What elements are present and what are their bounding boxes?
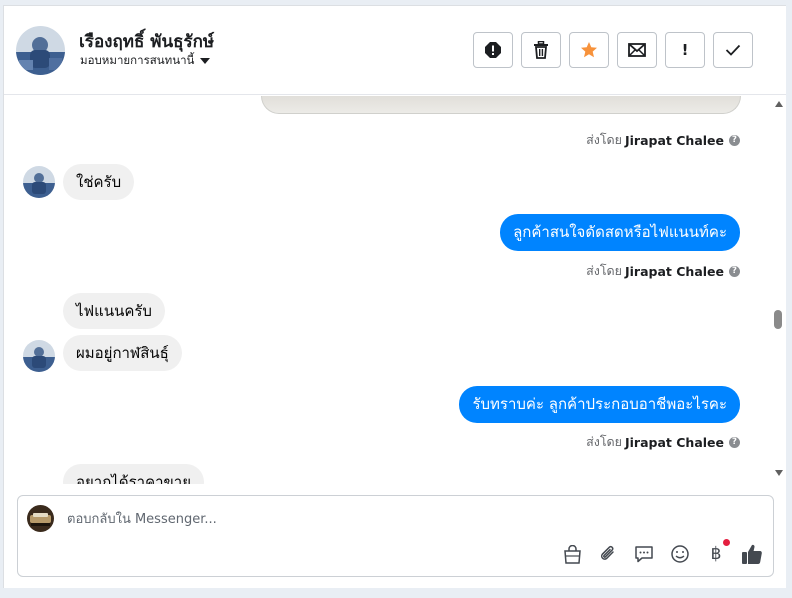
report-icon <box>485 42 501 58</box>
page-avatar <box>27 505 54 532</box>
delete-button[interactable] <box>521 32 561 68</box>
incoming-message[interactable]: อยากได้ราคาขาย <box>63 464 204 484</box>
mail-icon <box>628 43 646 57</box>
check-icon <box>725 44 741 56</box>
follow-up-button[interactable]: ! <box>665 32 705 68</box>
scroll-up-arrow-icon[interactable] <box>775 101 783 107</box>
assign-label: มอบหมายการสนทนานี้ <box>80 53 195 67</box>
emoji-icon <box>671 545 689 563</box>
star-button[interactable] <box>569 32 609 68</box>
customer-avatar[interactable] <box>23 166 55 198</box>
notification-dot <box>723 539 730 546</box>
scroll-down-arrow-icon[interactable] <box>775 470 783 476</box>
incoming-message[interactable]: ไฟแนนครับ <box>63 293 165 329</box>
exclamation-icon: ! <box>681 41 689 59</box>
star-icon <box>581 42 597 58</box>
shopping-bag-button[interactable] <box>561 543 583 565</box>
payment-button[interactable]: ฿ <box>705 539 730 565</box>
mark-unread-button[interactable] <box>617 32 657 68</box>
help-icon[interactable]: ? <box>729 134 740 146</box>
outgoing-message[interactable]: ลูกค้าสนใจดัดสดหรือไฟแนนท์คะ <box>500 214 740 251</box>
sender-name: Jirapat Chalee <box>625 263 724 279</box>
assign-conversation-dropdown[interactable]: มอบหมายการสนทนานี้ <box>80 52 211 70</box>
header-toolbar: ! <box>473 32 753 68</box>
reply-input[interactable] <box>67 509 667 529</box>
baht-icon: ฿ <box>710 544 722 564</box>
send-like-button[interactable] <box>741 543 763 565</box>
sent-by-label: ส่งโดย Jirapat Chalee ? <box>586 261 740 281</box>
paperclip-icon <box>600 545 614 560</box>
reply-composer: ฿ <box>17 495 774 577</box>
attach-file-button[interactable] <box>597 543 619 565</box>
thumbs-up-icon <box>742 544 762 564</box>
thread-scrollbar[interactable] <box>772 96 786 484</box>
incoming-message[interactable]: ผมอยู่กาฬสินธุ์ <box>63 335 182 371</box>
message-thread[interactable]: ส่งโดย Jirapat Chalee ? ใช่ครับ ลูกค้าสน… <box>4 96 774 484</box>
sent-by-label: ส่งโดย Jirapat Chalee ? <box>586 432 740 452</box>
customer-avatar[interactable] <box>23 340 55 372</box>
sender-name: Jirapat Chalee <box>625 132 724 148</box>
report-button[interactable] <box>473 32 513 68</box>
caret-down-icon <box>200 58 211 64</box>
image-attachment[interactable] <box>261 96 741 114</box>
help-icon[interactable]: ? <box>729 265 740 277</box>
conversation-header: เรืองฤทธิ์ พันธุรักษ์ มอบหมายการสนทนานี้ <box>4 6 786 95</box>
conversation-panel: เรืองฤทธิ์ พันธุรักษ์ มอบหมายการสนทนานี้ <box>3 5 786 588</box>
sender-name: Jirapat Chalee <box>625 434 724 450</box>
trash-icon <box>534 41 548 59</box>
outgoing-message[interactable]: รับทราบค่ะ ลูกค้าประกอบอาชีพอะไรคะ <box>459 386 740 423</box>
composer-toolbar: ฿ <box>561 539 763 565</box>
contact-name: เรืองฤทธิ์ พันธุรักษ์ <box>79 32 215 52</box>
saved-replies-button[interactable] <box>633 543 655 565</box>
scrollbar-thumb[interactable] <box>774 310 782 329</box>
help-icon[interactable]: ? <box>729 436 740 448</box>
emoji-button[interactable] <box>669 543 691 565</box>
contact-avatar[interactable] <box>16 26 65 75</box>
saved-reply-icon <box>635 546 653 563</box>
mark-done-button[interactable] <box>713 32 753 68</box>
incoming-message[interactable]: ใช่ครับ <box>63 164 135 200</box>
shopping-bag-icon <box>563 544 581 564</box>
sent-by-label: ส่งโดย Jirapat Chalee ? <box>586 130 740 150</box>
